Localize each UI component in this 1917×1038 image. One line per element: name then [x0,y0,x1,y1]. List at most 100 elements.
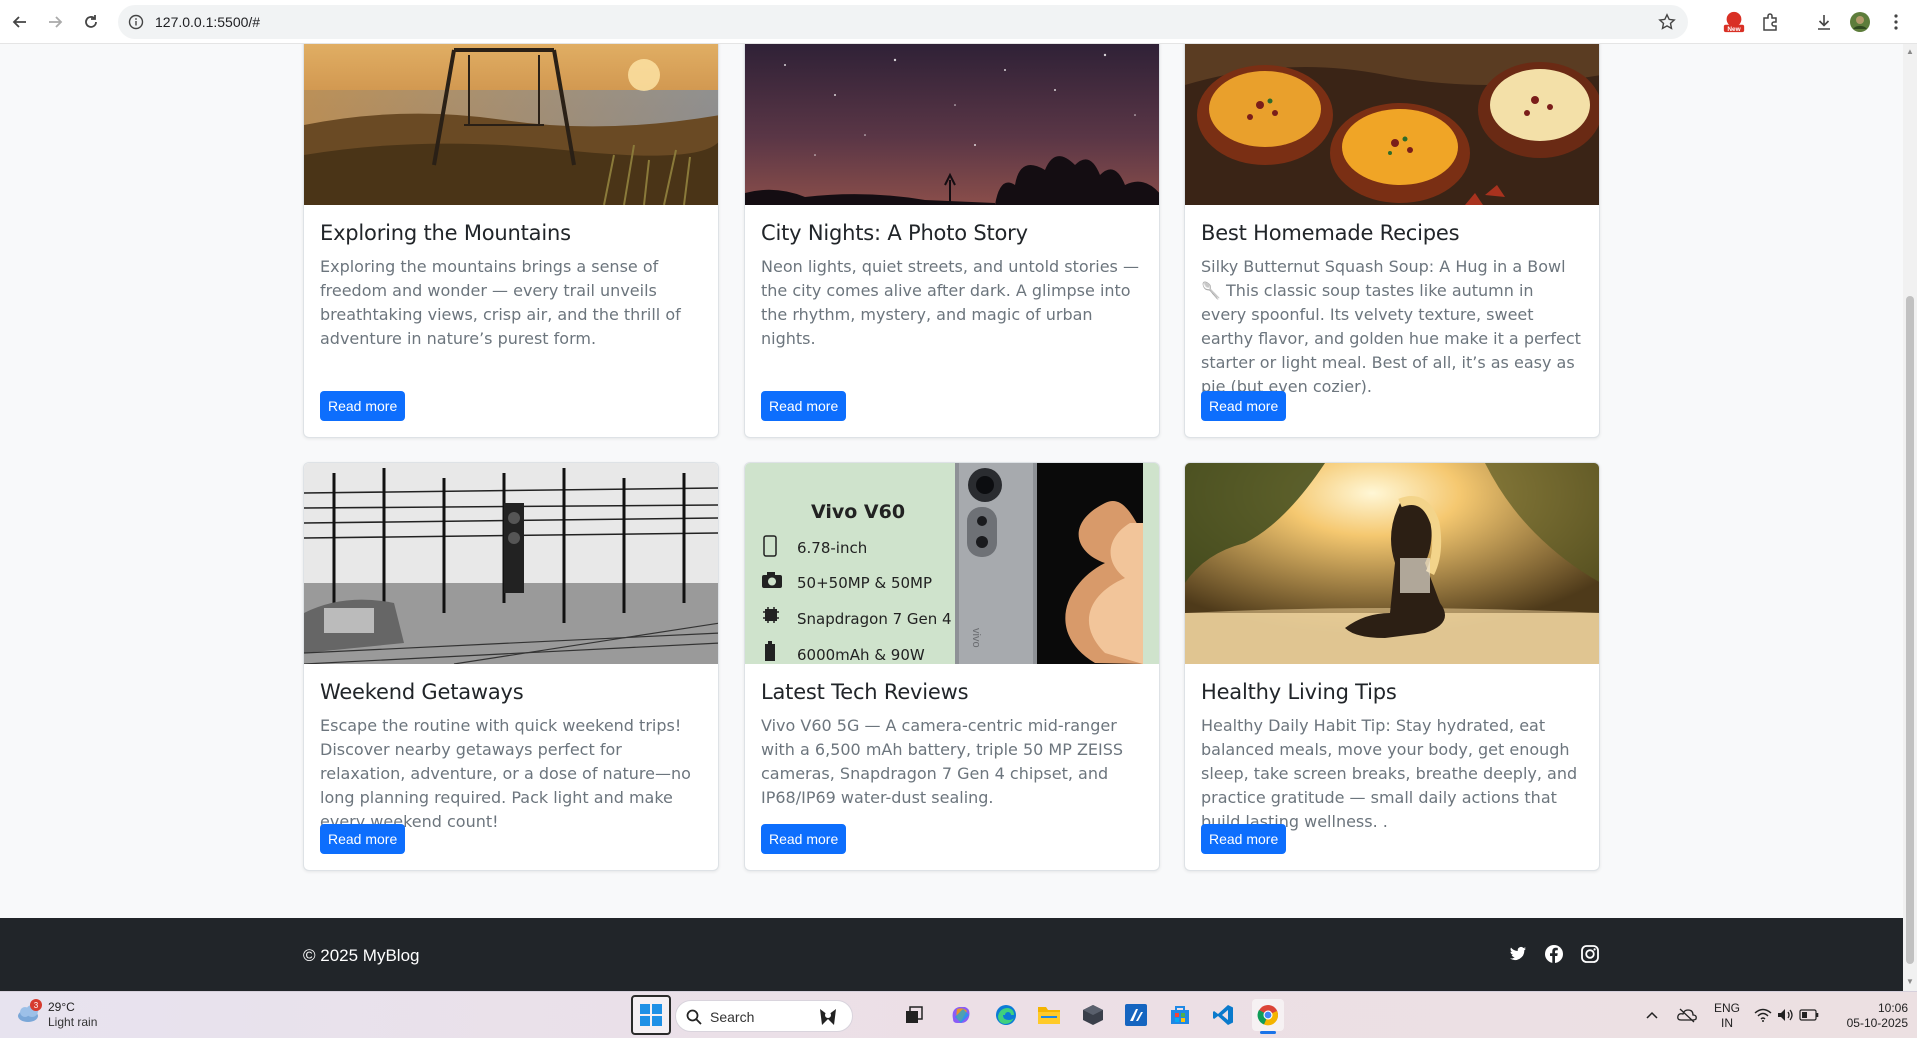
bookmark-star-icon[interactable] [1658,13,1676,36]
blog-card-city-nights: City Nights: A Photo Story Neon lights, … [744,44,1160,438]
card-body: Best Homemade Recipes Silky Butternut Sq… [1185,205,1599,415]
spec-chipset: Snapdragon 7 Gen 4 [797,610,952,628]
back-icon[interactable] [8,10,32,34]
vivo-brand-mark: vivo [970,628,982,648]
url-text[interactable]: 127.0.0.1:5500/# [155,14,260,30]
clock-date: 05-10-2025 [1846,1016,1908,1030]
battery-icon [764,641,776,664]
scroll-down-arrow-icon[interactable]: ▼ [1906,978,1914,986]
card-text: Exploring the mountains brings a sense o… [320,257,681,348]
app-cube-icon[interactable] [1077,999,1109,1031]
weather-widget[interactable]: 3 29°C Light rain [14,998,97,1033]
facebook-icon[interactable] [1544,944,1564,964]
card-text: Vivo V60 5G — A camera-centric mid-range… [761,716,1124,807]
card-title: Latest Tech Reviews [761,680,969,704]
card-body: Latest Tech Reviews Vivo V60 5G — A came… [745,664,1159,826]
card-image-vivo-v60: Vivo V60 6.78-inch 50+50MP & 50MP Snapdr… [745,463,1159,664]
chrome-taskbar-icon[interactable] [1252,999,1284,1034]
read-more-button[interactable]: Read more [761,824,847,854]
card-title: Weekend Getaways [320,680,524,704]
browser-toolbar: 127.0.0.1:5500/# New [0,0,1917,44]
chip-icon [761,605,781,629]
taskbar-search[interactable]: Search [675,1000,853,1032]
microsoft-store-icon[interactable] [1164,999,1196,1031]
start-button[interactable] [631,995,671,1035]
card-title: City Nights: A Photo Story [761,221,1028,245]
phone-model-label: Vivo V60 [811,501,906,523]
card-image-railway [304,463,718,664]
svg-text:New: New [1727,26,1741,33]
address-bar[interactable]: 127.0.0.1:5500/# [118,5,1688,39]
card-image-healthy-living [1185,463,1599,664]
card-body: Weekend Getaways Escape the routine with… [304,664,718,850]
clock[interactable]: 10:06 05-10-2025 [1836,1001,1908,1031]
windows-logo-icon [640,1004,662,1026]
spec-screen: 6.78-inch [797,539,868,557]
read-more-button[interactable]: Read more [320,391,406,421]
card-text: Silky Butternut Squash Soup: A Hug in a … [1201,257,1581,396]
volume-icon[interactable] [1775,999,1797,1031]
visual-studio-app-icon[interactable] [1120,999,1152,1031]
bing-character-icon [820,1009,836,1025]
card-title: Healthy Living Tips [1201,680,1397,704]
language-region: IN [1721,1016,1733,1030]
card-title: Best Homemade Recipes [1201,221,1460,245]
language-code: ENG [1713,1001,1740,1015]
extensions-puzzle-icon[interactable] [1758,10,1782,34]
search-label: Search [710,1009,755,1025]
wifi-icon[interactable] [1752,999,1774,1031]
camera-icon [761,571,783,593]
language-indicator[interactable]: ENG IN [1710,1001,1744,1031]
reload-icon[interactable] [79,10,103,34]
forward-icon[interactable] [43,10,67,34]
card-image-city-nights [745,44,1159,205]
task-view-icon[interactable] [898,999,930,1031]
menu-kebab-icon[interactable] [1884,10,1908,34]
card-body: Exploring the Mountains Exploring the mo… [304,205,718,367]
search-icon [686,1009,702,1025]
clock-time: 10:06 [1877,1001,1908,1015]
site-info-icon[interactable] [128,14,144,35]
spec-camera: 50+50MP & 50MP [797,574,933,592]
extension-new-icon[interactable]: New [1722,10,1746,34]
profile-avatar[interactable] [1848,10,1872,34]
scroll-up-arrow-icon[interactable]: ▲ [1906,48,1914,56]
footer-copyright: © 2025 MyBlog [303,946,420,965]
screen-icon [763,535,783,559]
read-more-button[interactable]: Read more [1201,824,1287,854]
card-text: Healthy Daily Habit Tip: Stay hydrated, … [1201,716,1578,831]
weather-badge: 3 [34,1001,39,1010]
card-image-recipes [1185,44,1599,205]
instagram-icon[interactable] [1580,944,1600,964]
spec-battery: 6000mAh & 90W [797,646,925,664]
page-viewport: Exploring the Mountains Exploring the mo… [0,44,1903,991]
weather-cloud-icon: 3 [18,999,42,1022]
page-scrollbar[interactable]: ▲ ▼ [1903,44,1917,991]
card-body: City Nights: A Photo Story Neon lights, … [745,205,1159,367]
blog-card-weekend-getaways: Weekend Getaways Escape the routine with… [303,462,719,871]
weather-condition: Light rain [48,1015,98,1029]
card-image-mountains [304,44,718,205]
card-title: Exploring the Mountains [320,221,571,245]
card-text: Neon lights, quiet streets, and untold s… [761,257,1139,348]
twitter-icon[interactable] [1508,944,1528,964]
active-app-indicator [1260,1031,1276,1034]
battery-status-icon[interactable] [1797,999,1821,1031]
weather-temp: 29°C [48,1000,75,1014]
download-icon[interactable] [1812,10,1836,34]
read-more-button[interactable]: Read more [761,391,847,421]
copilot-icon[interactable] [945,999,977,1031]
site-footer: © 2025 MyBlog [0,918,1903,991]
scrollbar-thumb[interactable] [1906,296,1914,964]
onedrive-offline-icon[interactable] [1674,999,1700,1031]
file-explorer-icon[interactable] [1033,999,1065,1031]
blog-card-healthy-living: Healthy Living Tips Healthy Daily Habit … [1184,462,1600,871]
card-text: Escape the routine with quick weekend tr… [320,716,691,831]
edge-browser-icon[interactable] [990,999,1022,1031]
show-hidden-icons-chevron-icon[interactable] [1642,999,1662,1031]
blog-card-mountains: Exploring the Mountains Exploring the mo… [303,44,719,438]
read-more-button[interactable]: Read more [320,824,406,854]
blog-card-tech-reviews: Vivo V60 6.78-inch 50+50MP & 50MP Snapdr… [744,462,1160,871]
read-more-button[interactable]: Read more [1201,391,1287,421]
vscode-icon[interactable] [1207,999,1239,1031]
